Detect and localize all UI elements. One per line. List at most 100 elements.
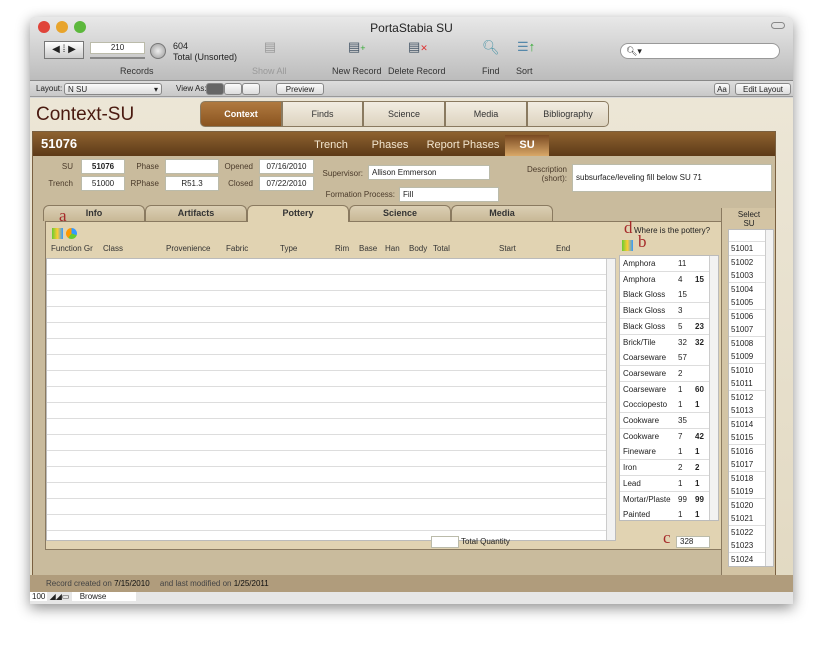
column-header[interactable]: Provenience	[166, 244, 210, 253]
quick-find-input[interactable]: 🔍︎▾	[620, 43, 780, 59]
list-item[interactable]: Mortar/Plaste 99 99	[620, 491, 718, 508]
status-toolbar-icon[interactable]: ▭	[62, 592, 70, 601]
find-button[interactable]: Find	[482, 66, 500, 76]
find-icon[interactable]: 🔍︎	[482, 39, 500, 56]
phase-field[interactable]	[165, 159, 219, 174]
summary-total-field[interactable]: 328	[676, 536, 710, 548]
list-item[interactable]: Amphora 11	[620, 256, 718, 272]
tab-finds[interactable]: Finds	[282, 101, 363, 127]
edit-layout-button[interactable]: Edit Layout	[735, 83, 791, 95]
su-field[interactable]: 51076	[81, 159, 125, 174]
column-header[interactable]: Total	[433, 244, 450, 253]
list-item[interactable]: Cookware 7 42	[620, 428, 718, 445]
new-record-icon[interactable]: ▤+	[348, 39, 366, 55]
column-header[interactable]: Type	[280, 244, 297, 253]
table-row[interactable]	[47, 483, 615, 499]
layout-select[interactable]: N SU ▾	[64, 83, 162, 95]
record-navigator[interactable]: ◀ ⁞ ▶	[44, 41, 84, 59]
supervisor-field[interactable]: Allison Emmerson	[368, 165, 490, 180]
list-item[interactable]: Lead 1 1	[620, 475, 718, 492]
table-row[interactable]	[47, 307, 615, 323]
record-slider[interactable]	[90, 57, 145, 59]
column-header[interactable]: Base	[359, 244, 377, 253]
pottery-portal-scrollbar[interactable]	[606, 259, 615, 540]
pie-chart-icon[interactable]	[66, 228, 77, 239]
column-header[interactable]: Han	[385, 244, 400, 253]
zoom-level[interactable]: 100	[30, 592, 48, 601]
show-all-button[interactable]: Show All	[252, 66, 287, 76]
formation-process-field[interactable]: Fill	[399, 187, 499, 202]
summary-scrollbar[interactable]	[709, 256, 718, 520]
table-row[interactable]	[47, 323, 615, 339]
column-header[interactable]: Class	[103, 244, 123, 253]
list-item[interactable]: Black Gloss 15	[620, 287, 718, 304]
rphase-field[interactable]: R51.3	[165, 176, 219, 191]
delete-record-button[interactable]: Delete Record	[388, 66, 446, 76]
tab-science[interactable]: Science	[349, 205, 451, 221]
view-form-button[interactable]	[206, 83, 224, 95]
table-row[interactable]	[47, 371, 615, 387]
tab-bibliography[interactable]: Bibliography	[527, 101, 609, 127]
subtab-trench[interactable]: Trench	[303, 135, 359, 156]
tab-media[interactable]: Media	[451, 205, 553, 221]
bar-chart-icon[interactable]	[52, 228, 63, 239]
table-row[interactable]	[47, 291, 615, 307]
opened-field[interactable]: 07/16/2010	[259, 159, 314, 174]
list-item[interactable]: Iron 2 2	[620, 460, 718, 477]
trench-field[interactable]: 51000	[81, 176, 125, 191]
view-table-button[interactable]	[242, 83, 260, 95]
sort-button[interactable]: Sort	[516, 66, 533, 76]
select-su-scrollbar[interactable]	[765, 230, 773, 566]
column-header[interactable]: End	[556, 244, 570, 253]
table-row[interactable]	[47, 259, 615, 275]
delete-record-icon[interactable]: ▤✕	[408, 39, 428, 55]
list-item[interactable]: Black Gloss 3	[620, 303, 718, 320]
column-header[interactable]: Rim	[335, 244, 349, 253]
list-item[interactable]: Black Gloss 5 23	[620, 318, 718, 335]
total-quantity-field[interactable]	[431, 536, 459, 548]
mode-indicator[interactable]: Browse	[71, 592, 137, 601]
table-row[interactable]	[47, 467, 615, 483]
table-row[interactable]	[47, 339, 615, 355]
table-row[interactable]	[47, 435, 615, 451]
tab-context[interactable]: Context	[200, 101, 282, 127]
closed-field[interactable]: 07/22/2010	[259, 176, 314, 191]
record-number-input[interactable]: 210	[90, 42, 145, 54]
table-row[interactable]	[47, 515, 615, 531]
table-row[interactable]	[47, 403, 615, 419]
list-item[interactable]: Painted 1 1	[620, 507, 718, 520]
table-row[interactable]	[47, 387, 615, 403]
subtab-report-phases[interactable]: Report Phases	[421, 135, 505, 156]
table-row[interactable]	[47, 275, 615, 291]
tab-science[interactable]: Science	[363, 101, 445, 127]
table-row[interactable]	[47, 499, 615, 515]
tab-artifacts[interactable]: Artifacts	[145, 205, 247, 221]
list-item[interactable]: Coarseware 2	[620, 365, 718, 382]
table-row[interactable]	[47, 531, 615, 540]
column-header[interactable]: Function Gr	[51, 244, 93, 253]
list-item[interactable]: Coarseware 1 60	[620, 381, 718, 398]
column-header[interactable]: Body	[409, 244, 427, 253]
toolbar-toggle-button[interactable]	[771, 22, 785, 29]
list-item[interactable]: Brick/Tile 32 32	[620, 334, 718, 351]
sort-icon[interactable]: ☰↑	[517, 39, 535, 55]
list-item[interactable]: Cocciopesto 1 1	[620, 397, 718, 414]
column-header[interactable]: Start	[499, 244, 516, 253]
description-field[interactable]: subsurface/leveling fill below SU 71	[572, 164, 772, 192]
text-size-button[interactable]: Aa	[714, 83, 730, 95]
subtab-su[interactable]: SU	[505, 135, 549, 156]
list-item[interactable]: Cookware 35	[620, 413, 718, 429]
table-row[interactable]	[47, 451, 615, 467]
tab-media[interactable]: Media	[445, 101, 527, 127]
table-row[interactable]	[47, 355, 615, 371]
summary-chart-icon[interactable]	[622, 240, 633, 251]
show-all-icon[interactable]: ▤	[262, 39, 278, 57]
list-item[interactable]: Coarseware 57	[620, 350, 718, 367]
subtab-phases[interactable]: Phases	[359, 135, 421, 156]
list-item[interactable]: Amphora 4 15	[620, 271, 718, 288]
tab-pottery[interactable]: Pottery	[247, 205, 349, 222]
preview-button[interactable]: Preview	[276, 83, 324, 95]
list-item[interactable]: Fineware 1 1	[620, 444, 718, 461]
view-list-button[interactable]	[224, 83, 242, 95]
table-row[interactable]	[47, 419, 615, 435]
